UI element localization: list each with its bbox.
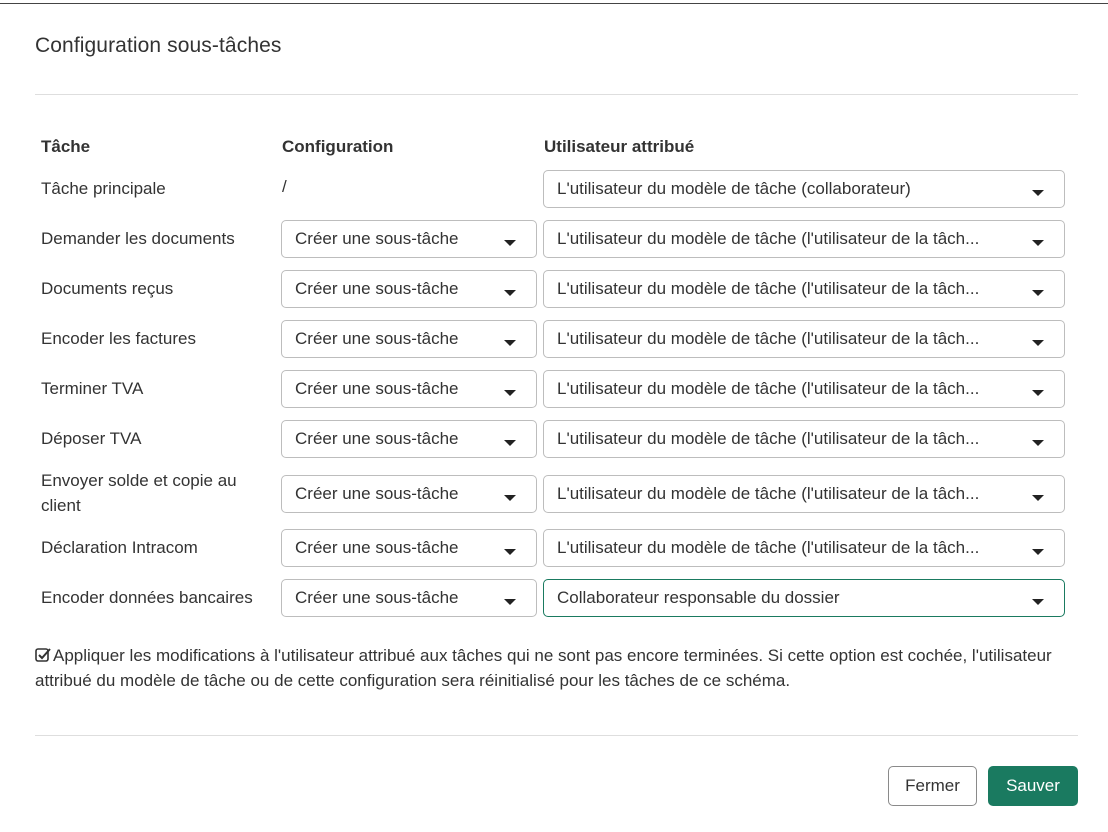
column-header-assigned-user: Utilisateur attribué: [544, 137, 695, 156]
assigned-user-select[interactable]: L'utilisateur du modèle de tâche (l'util…: [543, 475, 1065, 513]
assigned-user-select[interactable]: L'utilisateur du modèle de tâche (l'util…: [543, 420, 1065, 458]
assigned-user-select[interactable]: L'utilisateur du modèle de tâche (l'util…: [543, 370, 1065, 408]
select-value: L'utilisateur du modèle de tâche (l'util…: [557, 538, 980, 557]
apply-option-text: Appliquer les modifications à l'utilisat…: [35, 646, 1052, 690]
caret-down-icon: [504, 290, 516, 296]
column-header-task: Tâche: [41, 137, 91, 156]
caret-down-icon: [504, 340, 516, 346]
caret-down-icon: [504, 440, 516, 446]
close-button[interactable]: Fermer: [888, 766, 977, 806]
select-value: Créer une sous-tâche: [295, 588, 459, 607]
assigned-user-select[interactable]: L'utilisateur du modèle de tâche (l'util…: [543, 320, 1065, 358]
assigned-user-select-focused[interactable]: Collaborateur responsable du dossier: [543, 579, 1065, 617]
caret-down-icon: [504, 495, 516, 501]
configuration-none: /: [282, 177, 287, 196]
select-value: Collaborateur responsable du dossier: [557, 588, 840, 607]
column-header-configuration: Configuration: [282, 137, 394, 156]
caret-down-icon: [1032, 390, 1044, 396]
select-value: L'utilisateur du modèle de tâche (l'util…: [557, 279, 980, 298]
save-button[interactable]: Sauver: [988, 766, 1078, 806]
caret-down-icon: [1032, 340, 1044, 346]
select-value: Créer une sous-tâche: [295, 484, 459, 503]
caret-down-icon: [1032, 240, 1044, 246]
select-value: L'utilisateur du modèle de tâche (l'util…: [557, 329, 980, 348]
background-page-strip: [0, 0, 1108, 4]
caret-down-icon: [1032, 495, 1044, 501]
caret-down-icon: [504, 549, 516, 555]
header-divider: [35, 94, 1078, 95]
caret-down-icon: [504, 599, 516, 605]
select-value: Créer une sous-tâche: [295, 429, 459, 448]
select-value: L'utilisateur du modèle de tâche (l'util…: [557, 484, 980, 503]
select-value: Créer une sous-tâche: [295, 379, 459, 398]
checkbox-checked-icon[interactable]: [35, 647, 51, 663]
configuration-select[interactable]: Créer une sous-tâche: [281, 270, 537, 308]
task-label: Encoder les factures: [41, 329, 196, 348]
caret-down-icon: [1032, 440, 1044, 446]
caret-down-icon: [1032, 290, 1044, 296]
task-label: Déclaration Intracom: [41, 538, 198, 557]
task-label: Envoyer solde et copie au client: [41, 471, 237, 515]
caret-down-icon: [1032, 190, 1044, 196]
assigned-user-select[interactable]: L'utilisateur du modèle de tâche (l'util…: [543, 529, 1065, 567]
configuration-select[interactable]: Créer une sous-tâche: [281, 420, 537, 458]
footer-divider: [35, 735, 1078, 736]
select-value: L'utilisateur du modèle de tâche (collab…: [557, 179, 911, 198]
task-label: Déposer TVA: [41, 429, 142, 448]
apply-option: Appliquer les modifications à l'utilisat…: [35, 643, 1075, 693]
assigned-user-select[interactable]: L'utilisateur du modèle de tâche (l'util…: [543, 220, 1065, 258]
configuration-select[interactable]: Créer une sous-tâche: [281, 475, 537, 513]
task-label-main: Tâche principale: [41, 179, 166, 198]
caret-down-icon: [504, 390, 516, 396]
configuration-select[interactable]: Créer une sous-tâche: [281, 220, 537, 258]
select-value: Créer une sous-tâche: [295, 229, 459, 248]
configuration-select[interactable]: Créer une sous-tâche: [281, 529, 537, 567]
task-label: Terminer TVA: [41, 379, 144, 398]
modal-title: Configuration sous-tâches: [35, 34, 282, 57]
select-value: L'utilisateur du modèle de tâche (l'util…: [557, 379, 980, 398]
assigned-user-select-main[interactable]: L'utilisateur du modèle de tâche (collab…: [543, 170, 1065, 208]
configuration-select[interactable]: Créer une sous-tâche: [281, 579, 537, 617]
select-value: Créer une sous-tâche: [295, 279, 459, 298]
configuration-select[interactable]: Créer une sous-tâche: [281, 370, 537, 408]
caret-down-icon: [504, 240, 516, 246]
select-value: L'utilisateur du modèle de tâche (l'util…: [557, 229, 980, 248]
configuration-select[interactable]: Créer une sous-tâche: [281, 320, 537, 358]
caret-down-icon: [1032, 549, 1044, 555]
assigned-user-select[interactable]: L'utilisateur du modèle de tâche (l'util…: [543, 270, 1065, 308]
select-value: Créer une sous-tâche: [295, 329, 459, 348]
task-label: Encoder données bancaires: [41, 588, 253, 607]
task-label: Demander les documents: [41, 229, 235, 248]
select-value: Créer une sous-tâche: [295, 538, 459, 557]
select-value: L'utilisateur du modèle de tâche (l'util…: [557, 429, 980, 448]
task-label: Documents reçus: [41, 279, 174, 298]
caret-down-icon: [1032, 599, 1044, 605]
